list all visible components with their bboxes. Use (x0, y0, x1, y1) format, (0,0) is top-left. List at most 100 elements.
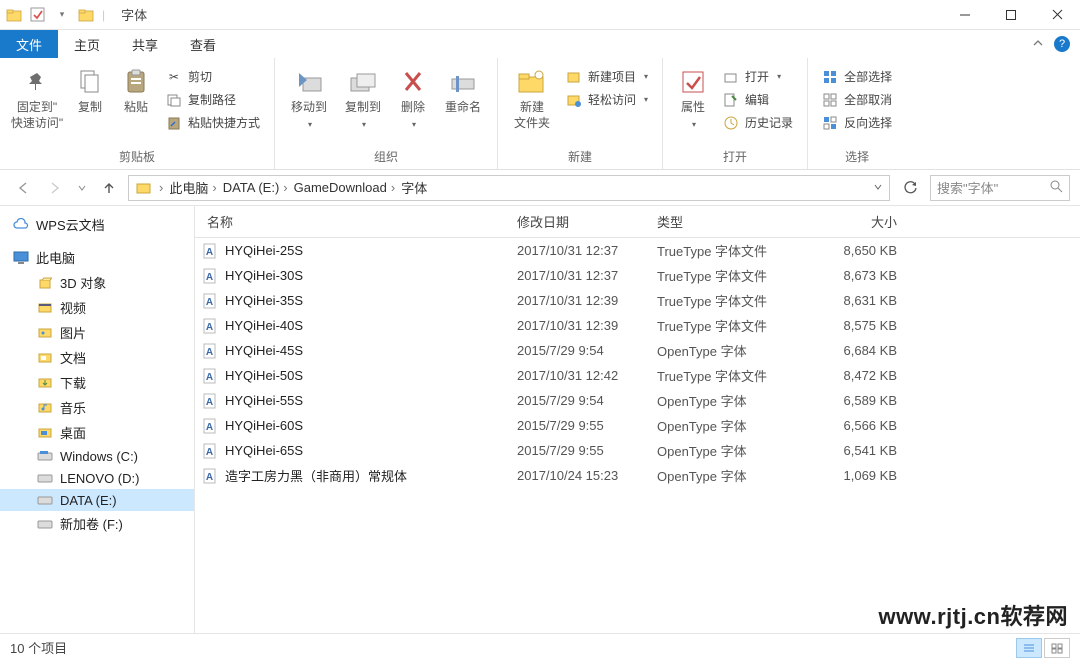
table-row[interactable]: AHYQiHei-45S2015/7/29 9:54OpenType 字体6,6… (195, 338, 1080, 363)
file-date: 2015/7/29 9:55 (517, 418, 657, 433)
video-icon (36, 300, 54, 316)
file-size: 8,650 KB (817, 243, 917, 258)
table-row[interactable]: AHYQiHei-60S2015/7/29 9:55OpenType 字体6,5… (195, 413, 1080, 438)
selectnone-button[interactable]: 全部取消 (816, 89, 898, 110)
file-list[interactable]: 名称 修改日期 类型 大小 AHYQiHei-25S2017/10/31 12:… (195, 206, 1080, 633)
address-dropdown-icon[interactable] (873, 180, 883, 195)
tree-videos[interactable]: 视频 (0, 295, 194, 320)
pasteshortcut-button[interactable]: 粘贴快捷方式 (160, 112, 266, 133)
tree-datae[interactable]: DATA (E:) (0, 489, 194, 511)
table-row[interactable]: AHYQiHei-35S2017/10/31 12:39TrueType 字体文… (195, 288, 1080, 313)
col-date[interactable]: 修改日期 (517, 212, 657, 231)
tree-pc[interactable]: 此电脑 (0, 245, 194, 270)
tree-wps[interactable]: WPS云文档 (0, 212, 194, 237)
table-row[interactable]: AHYQiHei-55S2015/7/29 9:54OpenType 字体6,5… (195, 388, 1080, 413)
checkbox-icon[interactable] (30, 7, 46, 23)
tab-file[interactable]: 文件 (0, 30, 58, 58)
back-button[interactable] (10, 175, 36, 201)
font-file-icon: A (201, 367, 219, 385)
col-name[interactable]: 名称 (201, 212, 517, 231)
newfolder-button[interactable]: 新建 文件夹 (506, 64, 558, 131)
main-area: WPS云文档 此电脑 3D 对象 视频 图片 文档 下载 音乐 桌面 Windo… (0, 206, 1080, 633)
search-placeholder: 搜索"字体" (937, 178, 998, 197)
newitem-button[interactable]: 新建项目▾ (560, 66, 654, 87)
minimize-button[interactable] (942, 0, 988, 30)
copypath-button[interactable]: 复制路径 (160, 89, 266, 110)
delete-button[interactable]: 删除▾ (391, 64, 435, 129)
easyaccess-icon (566, 92, 582, 108)
properties-button[interactable]: 属性▾ (671, 64, 715, 129)
file-name: HYQiHei-65S (225, 443, 517, 458)
pin-icon (21, 68, 53, 96)
recent-dropdown[interactable] (74, 175, 90, 201)
paste-button[interactable]: 粘贴 (114, 64, 158, 116)
svg-text:A: A (206, 372, 213, 383)
breadcrumb-folder2[interactable]: 字体 (401, 178, 427, 197)
col-type[interactable]: 类型 (657, 212, 817, 231)
file-name: HYQiHei-55S (225, 393, 517, 408)
collapse-ribbon-icon[interactable] (1032, 37, 1044, 52)
rename-button[interactable]: 重命名 (437, 64, 489, 116)
up-button[interactable] (96, 175, 122, 201)
file-type: TrueType 字体文件 (657, 266, 817, 285)
svg-text:A: A (206, 247, 213, 258)
tab-share[interactable]: 共享 (116, 30, 174, 58)
table-row[interactable]: AHYQiHei-50S2017/10/31 12:42TrueType 字体文… (195, 363, 1080, 388)
table-row[interactable]: AHYQiHei-40S2017/10/31 12:39TrueType 字体文… (195, 313, 1080, 338)
copy-button[interactable]: 复制 (68, 64, 112, 116)
maximize-button[interactable] (988, 0, 1034, 30)
file-date: 2017/10/31 12:37 (517, 243, 657, 258)
address-bar[interactable]: › 此电脑› DATA (E:)› GameDownload› 字体 (128, 175, 890, 201)
tree-documents[interactable]: 文档 (0, 345, 194, 370)
invert-button[interactable]: 反向选择 (816, 112, 898, 133)
ribbon: 固定到" 快速访问" 复制 粘贴 ✂剪切 复制路径 粘贴快捷方式 剪贴板 移动到… (0, 58, 1080, 170)
font-file-icon: A (201, 392, 219, 410)
file-size: 1,069 KB (817, 468, 917, 483)
tab-view[interactable]: 查看 (174, 30, 232, 58)
selectall-button[interactable]: 全部选择 (816, 66, 898, 87)
copypath-icon (166, 92, 182, 108)
tree-3dobjects[interactable]: 3D 对象 (0, 270, 194, 295)
status-bar: 10 个项目 (0, 633, 1080, 661)
view-icons-button[interactable] (1044, 638, 1070, 658)
music-icon (36, 400, 54, 416)
title-bar: ▾ | 字体 (0, 0, 1080, 30)
tree-music[interactable]: 音乐 (0, 395, 194, 420)
tree-windowsc[interactable]: Windows (C:) (0, 445, 194, 467)
easyaccess-button[interactable]: 轻松访问▾ (560, 89, 654, 110)
search-input[interactable]: 搜索"字体" (930, 175, 1070, 201)
forward-button[interactable] (42, 175, 68, 201)
table-row[interactable]: AHYQiHei-25S2017/10/31 12:37TrueType 字体文… (195, 238, 1080, 263)
breadcrumb-pc[interactable]: 此电脑› (169, 178, 218, 197)
refresh-button[interactable] (896, 175, 924, 201)
tree-pictures[interactable]: 图片 (0, 320, 194, 345)
view-details-button[interactable] (1016, 638, 1042, 658)
tree-lenovod[interactable]: LENOVO (D:) (0, 467, 194, 489)
tab-home[interactable]: 主页 (58, 30, 116, 58)
delete-icon (397, 68, 429, 96)
pin-button[interactable]: 固定到" 快速访问" (8, 64, 66, 131)
table-row[interactable]: AHYQiHei-30S2017/10/31 12:37TrueType 字体文… (195, 263, 1080, 288)
help-icon[interactable]: ? (1054, 36, 1070, 52)
qat-dropdown-icon[interactable]: ▾ (54, 7, 70, 23)
tree-newf[interactable]: 新加卷 (F:) (0, 511, 194, 536)
table-row[interactable]: A造字工房力黑（非商用）常规体2017/10/24 15:23OpenType … (195, 463, 1080, 488)
moveto-icon (293, 68, 325, 96)
tree-downloads[interactable]: 下载 (0, 370, 194, 395)
col-size[interactable]: 大小 (817, 212, 917, 231)
breadcrumb-drive[interactable]: DATA (E:)› (223, 180, 290, 195)
moveto-button[interactable]: 移动到▾ (283, 64, 335, 129)
edit-button[interactable]: 编辑 (717, 89, 799, 110)
svg-text:A: A (206, 322, 213, 333)
close-button[interactable] (1034, 0, 1080, 30)
table-row[interactable]: AHYQiHei-65S2015/7/29 9:55OpenType 字体6,5… (195, 438, 1080, 463)
cut-button[interactable]: ✂剪切 (160, 66, 266, 87)
svg-text:A: A (206, 447, 213, 458)
copyto-button[interactable]: 复制到▾ (337, 64, 389, 129)
history-button[interactable]: 历史记录 (717, 112, 799, 133)
open-button[interactable]: 打开▾ (717, 66, 799, 87)
tree-desktop[interactable]: 桌面 (0, 420, 194, 445)
nav-tree[interactable]: WPS云文档 此电脑 3D 对象 视频 图片 文档 下载 音乐 桌面 Windo… (0, 206, 195, 633)
breadcrumb-folder1[interactable]: GameDownload› (294, 180, 398, 195)
pictures-icon (36, 325, 54, 341)
